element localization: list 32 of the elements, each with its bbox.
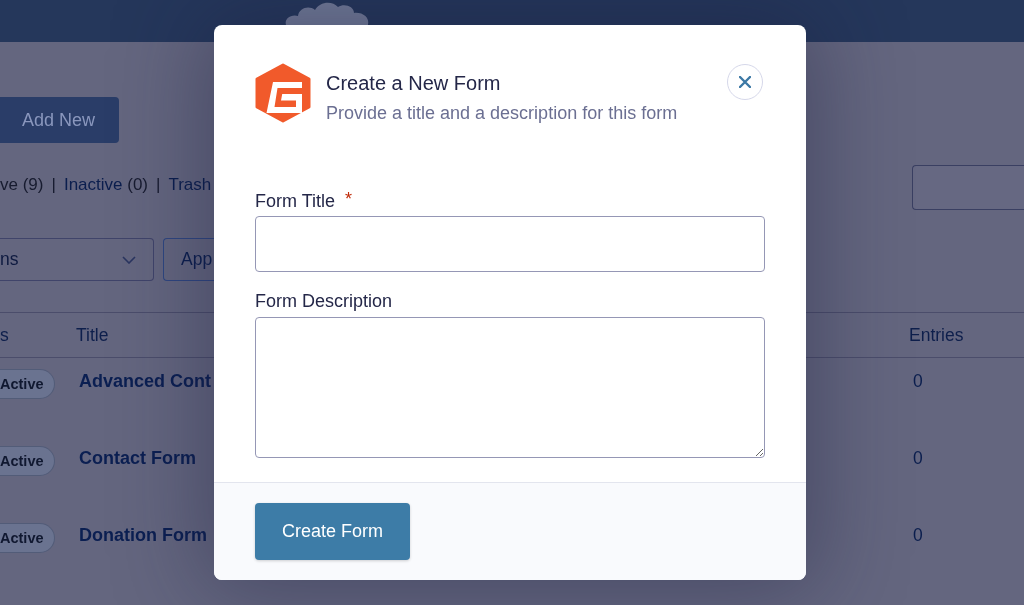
- form-title-link[interactable]: Advanced Cont: [76, 369, 211, 393]
- status-badge: Active: [0, 446, 55, 476]
- bulk-actions-dropdown[interactable]: ns: [0, 238, 154, 281]
- status-badge: Active: [0, 369, 55, 399]
- field-label: Form Title: [255, 190, 335, 212]
- column-header: Entries: [909, 324, 965, 346]
- filter-link[interactable]: Inactive (0): [63, 175, 148, 195]
- filter-link[interactable]: Trash: [168, 175, 212, 195]
- add-new-button[interactable]: Add New: [0, 97, 119, 143]
- required-mark: *: [345, 190, 353, 208]
- chevron-icon: [122, 255, 136, 264]
- search-field[interactable]: [912, 165, 1024, 210]
- field-label: Form Description: [255, 290, 393, 312]
- create-form-button[interactable]: Create Form: [255, 503, 410, 560]
- form-title-link[interactable]: Contact Form: [76, 446, 196, 470]
- close-button[interactable]: [727, 64, 763, 100]
- dialog-title: Create a New Form: [326, 71, 502, 95]
- description-field[interactable]: [255, 317, 765, 458]
- title-field[interactable]: [255, 216, 765, 272]
- entries-count: 0: [912, 370, 923, 393]
- column-header: Title: [76, 324, 110, 346]
- logo-icon: [255, 63, 311, 123]
- entries-count: 0: [912, 447, 923, 470]
- column-header: s: [0, 324, 10, 346]
- separator: |: [51, 175, 56, 195]
- status-badge: Active: [0, 523, 55, 553]
- separator: |: [156, 175, 161, 195]
- filter-link[interactable]: ve (9): [0, 175, 44, 195]
- entries-count: 0: [912, 524, 923, 547]
- close-icon: [739, 76, 751, 88]
- dialog-subtitle: Provide a title and a description for this form: [326, 102, 678, 125]
- form-title-link[interactable]: Donation Form: [76, 523, 207, 547]
